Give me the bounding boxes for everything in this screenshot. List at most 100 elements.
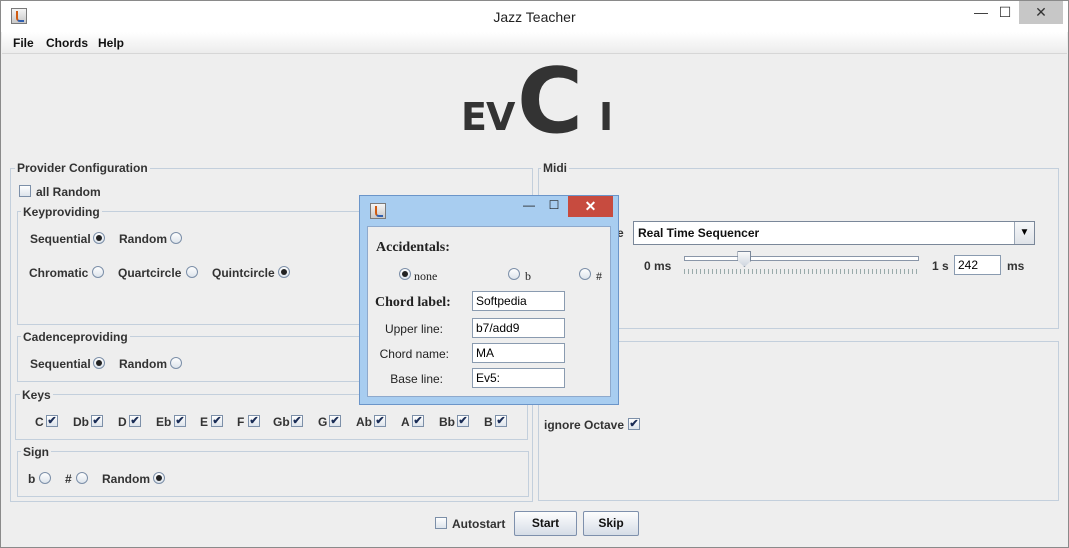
keys-title: Keys [20, 388, 53, 402]
chord-label-dialog[interactable]: — ☐ ✕ Accidentals: none b # Chord label:… [359, 195, 619, 405]
key-b-checkbox[interactable]: ✔ [495, 415, 507, 427]
chord-label-input[interactable]: Softpedia [472, 291, 565, 311]
key-eb-checkbox[interactable]: ✔ [174, 415, 186, 427]
sign-sharp-radio[interactable] [76, 472, 88, 484]
start-button[interactable]: Start [514, 511, 577, 536]
latency-input[interactable]: 242 [954, 255, 1001, 275]
key-bb-checkbox[interactable]: ✔ [457, 415, 469, 427]
cadence-sequential-label: Sequential [30, 357, 91, 371]
key-db-label: Db [73, 415, 89, 429]
key-bb-label: Bb [439, 415, 455, 429]
all-random-checkbox[interactable] [19, 185, 31, 197]
chromatic-radio[interactable] [92, 266, 104, 278]
latency-unit-label: ms [1007, 259, 1025, 273]
close-button[interactable]: ✕ [1019, 1, 1063, 24]
logo-i: I [599, 95, 614, 139]
maximize-button[interactable]: ☐ [993, 1, 1017, 24]
key-e-label: E [200, 415, 209, 429]
latency-max-label: 1 s [932, 259, 949, 273]
cadenceproviding-title: Cadenceproviding [21, 330, 130, 344]
sign-flat-radio[interactable] [39, 472, 51, 484]
minimize-button[interactable]: — [969, 1, 993, 24]
key-a-checkbox[interactable]: ✔ [412, 415, 424, 427]
key-sequential-label: Sequential [30, 232, 91, 246]
key-ab-label: Ab [356, 415, 372, 429]
sign-sharp-label: # [65, 472, 72, 486]
ignore-octave-checkbox[interactable]: ✔ [628, 418, 640, 430]
key-d-checkbox[interactable]: ✔ [129, 415, 141, 427]
latency-slider-track[interactable] [684, 256, 919, 261]
dialog-maximize-button[interactable]: ☐ [543, 198, 565, 216]
skip-button[interactable]: Skip [583, 511, 639, 536]
dialog-content: Accidentals: none b # Chord label: Softp… [367, 226, 611, 397]
sign-random-radio[interactable] [153, 472, 165, 484]
key-g-label: G [318, 415, 328, 429]
window-title: Jazz Teacher [493, 9, 576, 25]
ignore-octave-label: ignore Octave [544, 418, 625, 432]
latency-min-label: 0 ms [644, 259, 672, 273]
quartcircle-radio[interactable] [186, 266, 198, 278]
accidentals-heading: Accidentals: [376, 240, 450, 255]
keyproviding-title: Keyproviding [21, 205, 102, 219]
accidental-sharp-radio[interactable] [579, 268, 591, 280]
quintcircle-radio[interactable] [278, 266, 290, 278]
base-line-label: Base line: [390, 372, 443, 386]
cadence-random-radio[interactable] [170, 357, 182, 369]
java-icon [370, 203, 386, 219]
midi-title: Midi [541, 161, 569, 175]
midi-device-value: Real Time Sequencer [638, 226, 760, 240]
latency-slider-ticks [684, 269, 919, 274]
sign-flat-label: b [28, 472, 36, 486]
quartcircle-label: Quartcircle [118, 266, 182, 280]
key-c-checkbox[interactable]: ✔ [46, 415, 58, 427]
logo-c: C [517, 49, 584, 154]
logo-ev: EV [461, 95, 515, 139]
dialog-close-button[interactable]: ✕ [568, 196, 613, 217]
accidental-none-radio[interactable] [399, 268, 411, 280]
sign-random-label: Random [102, 472, 150, 486]
chord-name-label: Chord name: [379, 347, 449, 361]
key-random-radio[interactable] [170, 232, 182, 244]
upper-line-label: Upper line: [384, 322, 443, 336]
accidental-flat-radio[interactable] [508, 268, 520, 280]
autostart-label: Autostart [452, 517, 506, 531]
key-gb-label: Gb [273, 415, 290, 429]
key-c-label: C [35, 415, 44, 429]
title-bar[interactable]: Jazz Teacher — ☐ ✕ [1, 1, 1068, 32]
key-e-checkbox[interactable]: ✔ [211, 415, 223, 427]
cadence-random-label: Random [119, 357, 167, 371]
chord-name-input[interactable]: MA [472, 343, 565, 363]
app-window: Jazz Teacher — ☐ ✕ File Chords Help EV C… [0, 0, 1069, 548]
accidental-none-label: none [414, 269, 438, 283]
quintcircle-label: Quintcircle [212, 266, 275, 280]
key-db-checkbox[interactable]: ✔ [91, 415, 103, 427]
key-f-checkbox[interactable]: ✔ [248, 415, 260, 427]
key-g-checkbox[interactable]: ✔ [329, 415, 341, 427]
all-random-label: all Random [36, 185, 101, 199]
chord-label-heading: Chord label: [375, 295, 451, 310]
key-f-label: F [237, 415, 245, 429]
sign-group [17, 451, 529, 497]
menu-file[interactable]: File [13, 36, 34, 50]
provider-configuration-title: Provider Configuration [15, 161, 150, 175]
base-line-input[interactable]: Ev5: [472, 368, 565, 388]
chromatic-label: Chromatic [29, 266, 89, 280]
accidental-sharp-label: # [596, 269, 602, 283]
upper-line-input[interactable]: b7/add9 [472, 318, 565, 338]
midi-device-select[interactable]: Real Time Sequencer ▼ [633, 221, 1035, 245]
key-ab-checkbox[interactable]: ✔ [374, 415, 386, 427]
accidental-flat-label: b [525, 269, 531, 283]
key-gb-checkbox[interactable]: ✔ [291, 415, 303, 427]
key-sequential-radio[interactable] [93, 232, 105, 244]
menu-chords[interactable]: Chords [46, 36, 88, 50]
autostart-checkbox[interactable] [435, 517, 447, 529]
menu-help[interactable]: Help [98, 36, 124, 50]
chevron-down-icon[interactable]: ▼ [1014, 222, 1034, 244]
key-eb-label: Eb [156, 415, 172, 429]
key-a-label: A [401, 415, 410, 429]
key-random-label: Random [119, 232, 167, 246]
dialog-minimize-button[interactable]: — [518, 198, 540, 216]
sign-title: Sign [21, 445, 51, 459]
cadence-sequential-radio[interactable] [93, 357, 105, 369]
key-b-label: B [484, 415, 493, 429]
